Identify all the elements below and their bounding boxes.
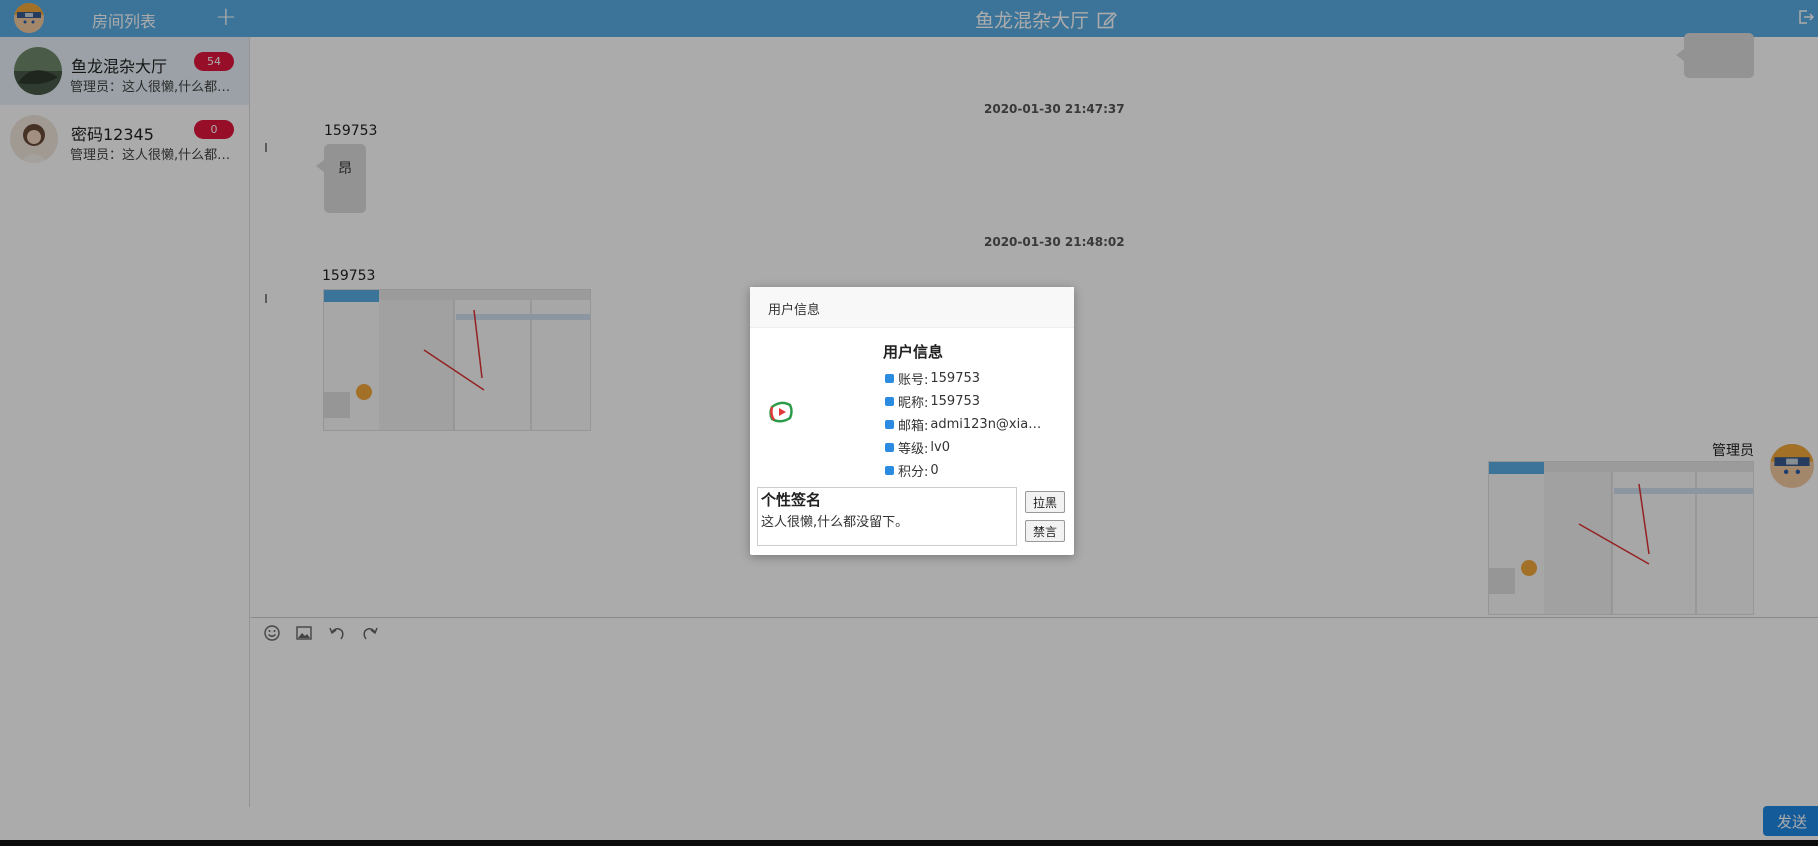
info-item-level: 等级: lv0 [885, 436, 1045, 459]
bullet-icon [885, 420, 894, 429]
info-value: admi123n@xiangsu.com [930, 417, 1045, 432]
info-value: 0 [930, 463, 939, 478]
user-info-list: 账号: 159753 昵称: 159753 邮箱: admi123n@xiang… [885, 367, 1045, 482]
modal-header: 用户信息 [750, 287, 1074, 328]
info-item-account: 账号: 159753 [885, 367, 1045, 390]
bullet-icon [885, 374, 894, 383]
info-item-nickname: 昵称: 159753 [885, 390, 1045, 413]
info-item-email: 邮箱: admi123n@xiangsu.com [885, 413, 1045, 436]
user-info-modal: 用户信息 用户信息 账号: 159753 昵称: 159753 邮箱: admi… [750, 287, 1074, 555]
info-value: 159753 [930, 394, 981, 409]
info-value: 159753 [930, 371, 981, 386]
signature-title: 个性签名 [761, 491, 822, 509]
block-button[interactable]: 拉黑 [1025, 491, 1065, 513]
info-label: 邮箱: [898, 419, 929, 434]
info-heading: 用户信息 [883, 343, 944, 361]
modal-title: 用户信息 [768, 303, 821, 318]
bullet-icon [885, 466, 894, 475]
info-label: 积分: [898, 465, 929, 480]
info-label: 等级: [898, 442, 929, 457]
info-item-points: 积分: 0 [885, 459, 1045, 482]
bullet-icon [885, 397, 894, 406]
user-logo-icon [769, 401, 793, 423]
info-label: 账号: [898, 373, 929, 388]
info-value: lv0 [930, 440, 950, 455]
info-label: 昵称: [898, 396, 929, 411]
mute-button[interactable]: 禁言 [1025, 520, 1065, 542]
signature-box: 个性签名 这人很懒,什么都没留下。 [757, 487, 1017, 546]
signature-text: 这人很懒,什么都没留下。 [761, 515, 909, 530]
bullet-icon [885, 443, 894, 452]
